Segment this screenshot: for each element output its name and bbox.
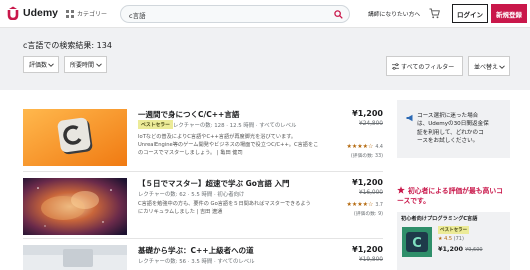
recommended-course-rating: ★ 4.5 (71) <box>438 236 464 242</box>
rating-chip-label: 評価数 <box>29 62 48 69</box>
star-icons: ★★★★☆ <box>346 201 374 208</box>
rating-count: (71) <box>453 236 464 242</box>
course-original-price: ¥24,800 <box>359 121 383 127</box>
course-description-line: IoTなどの普及によりC言語やC++言語が再度脚光を浴びています。 <box>138 134 297 140</box>
notice-line: 証を利用して、どれかのコ <box>417 129 484 136</box>
course-original-price: ¥16,000 <box>359 190 383 196</box>
recommended-course-card[interactable]: 初心者向けプログラミングC言語 C ベストセラー ★ 4.5 (71) ¥1,2… <box>397 212 510 270</box>
teach-link[interactable]: 講師になりたい方へ <box>368 9 420 18</box>
recommended-course-title[interactable]: 初心者向けプログラミングC言語 <box>401 215 477 222</box>
all-filters-label: すべてのフィルター <box>401 63 455 71</box>
grid-icon[interactable] <box>66 10 74 18</box>
course-original-price: ¥19,800 <box>359 257 383 263</box>
search-value: c言語 <box>129 12 146 20</box>
course-card[interactable]: 基礎から学ぶ：C++上級者への道 レクチャーの数: 56 · 3.5 時間 · … <box>23 245 383 270</box>
chevron-down-icon <box>499 65 505 69</box>
rating-filter-chip[interactable]: 評価数 <box>23 56 59 73</box>
chevron-down-icon <box>96 63 102 67</box>
course-thumbnail[interactable] <box>23 109 127 166</box>
original-price: ¥9,600 <box>465 247 483 253</box>
cart-icon[interactable] <box>429 8 440 19</box>
course-price: ¥1,200 <box>352 178 383 187</box>
filter-icon <box>392 63 399 70</box>
refund-notice-text: コース選択に迷った場合 は、Udemyの30日間返金保 証を利用して、どれかのコ… <box>417 112 505 146</box>
review-count: (評価の数: 9) <box>353 212 383 217</box>
signup-button[interactable]: 新規登録 <box>491 4 527 23</box>
course-description-line: にカリキュラムしました | 吉田 遼通 <box>138 209 223 215</box>
divider <box>23 238 383 239</box>
duration-chip-label: 所要時間 <box>70 62 95 69</box>
rating-value: 3.7 <box>375 203 383 208</box>
svg-text:C: C <box>412 236 422 251</box>
refund-notice: コース選択に迷った場合 は、Udemyの30日間返金保 証を利用して、どれかのコ… <box>397 100 510 158</box>
course-meta: レクチャーの数: 128 · 12.5 時間 · すべてのレベル <box>173 123 297 129</box>
udemy-logo[interactable]: Udemy <box>6 6 58 20</box>
course-description-line: のコースでマスターしましょう。 | 亀田 健司 <box>138 150 243 156</box>
course-rating: ★★★★☆ 3.7 <box>346 201 383 208</box>
course-title[interactable]: 【５日でマスター】超速で学ぶ Go言語 入門 <box>138 178 290 189</box>
megaphone-icon <box>406 114 413 122</box>
sort-dropdown[interactable]: 並べ替え <box>468 56 510 76</box>
star-icons: ★★★★☆ <box>346 143 374 150</box>
course-title[interactable]: 基礎から学ぶ：C++上級者への道 <box>138 245 254 256</box>
course-card[interactable]: 【５日でマスター】超速で学ぶ Go言語 入門 レクチャーの数: 62 · 5.5… <box>23 178 383 246</box>
recommended-course-price: ¥1,200 ¥9,600 <box>438 245 483 253</box>
course-thumbnail[interactable] <box>23 178 127 235</box>
bestseller-badge: ベストセラー <box>138 120 173 129</box>
course-price: ¥1,200 <box>352 245 383 254</box>
review-count: (評価の数: 33) <box>350 154 383 159</box>
popular-heading-line: ースです。 <box>397 197 430 205</box>
course-price: ¥1,200 <box>352 109 383 118</box>
chevron-down-icon <box>48 63 54 67</box>
price-value: ¥1,200 <box>438 245 464 253</box>
course-meta: レクチャーの数: 56 · 3.5 時間 · すべてのレベル <box>138 259 255 265</box>
sort-label: 並べ替え <box>474 63 499 71</box>
all-filters-button[interactable]: すべてのフィルター <box>386 56 463 76</box>
course-thumbnail[interactable] <box>23 245 127 270</box>
rating-value: 4.4 <box>375 145 383 150</box>
duration-filter-chip[interactable]: 所要時間 <box>64 56 107 73</box>
divider <box>23 171 383 172</box>
top-header: Udemy カテゴリー c言語 講師になりたい方へ ログイン 新規登録 <box>0 0 530 28</box>
course-meta: レクチャーの数: 62 · 5.5 時間 · 初心者向け <box>138 192 245 198</box>
categories-link[interactable]: カテゴリー <box>77 9 107 18</box>
search-icon[interactable] <box>334 10 343 19</box>
notice-line: コース選択に迷った場合 <box>417 113 479 119</box>
notice-line: ースをお試しください。 <box>417 138 479 145</box>
results-title: c言語での検索結果: 134 <box>23 41 112 50</box>
recommended-course-thumbnail[interactable]: C <box>402 227 432 257</box>
bestseller-badge: ベストセラー <box>438 226 470 234</box>
search-input[interactable]: c言語 <box>120 5 350 23</box>
course-card[interactable]: 一週間で身につくC/C++言語 ベストセラー レクチャーの数: 128 · 12… <box>23 109 383 177</box>
course-description-line: UnrealEngine等のゲーム開発やビジネスの場面で役立つC/C++。C言語… <box>138 142 319 148</box>
rating-value: ★ 4.5 <box>438 236 453 242</box>
course-description-line: C言語を勉強中の方も、要件の Go言語を５日間あればマスターできるよう <box>138 201 311 207</box>
popular-heading-line: 初心者による評価が最も高いコ <box>408 187 503 195</box>
logo-text: Udemy <box>23 7 59 19</box>
star-icon <box>397 186 405 194</box>
udemy-logo-mark-icon <box>7 6 19 20</box>
course-rating: ★★★★☆ 4.4 <box>346 143 383 150</box>
notice-line: は、Udemyの30日間返金保 <box>417 121 489 128</box>
course-title[interactable]: 一週間で身につくC/C++言語 <box>138 109 239 120</box>
login-button[interactable]: ログイン <box>452 4 488 23</box>
popular-heading: 初心者による評価が最も高いコ ースです。 <box>397 186 527 206</box>
